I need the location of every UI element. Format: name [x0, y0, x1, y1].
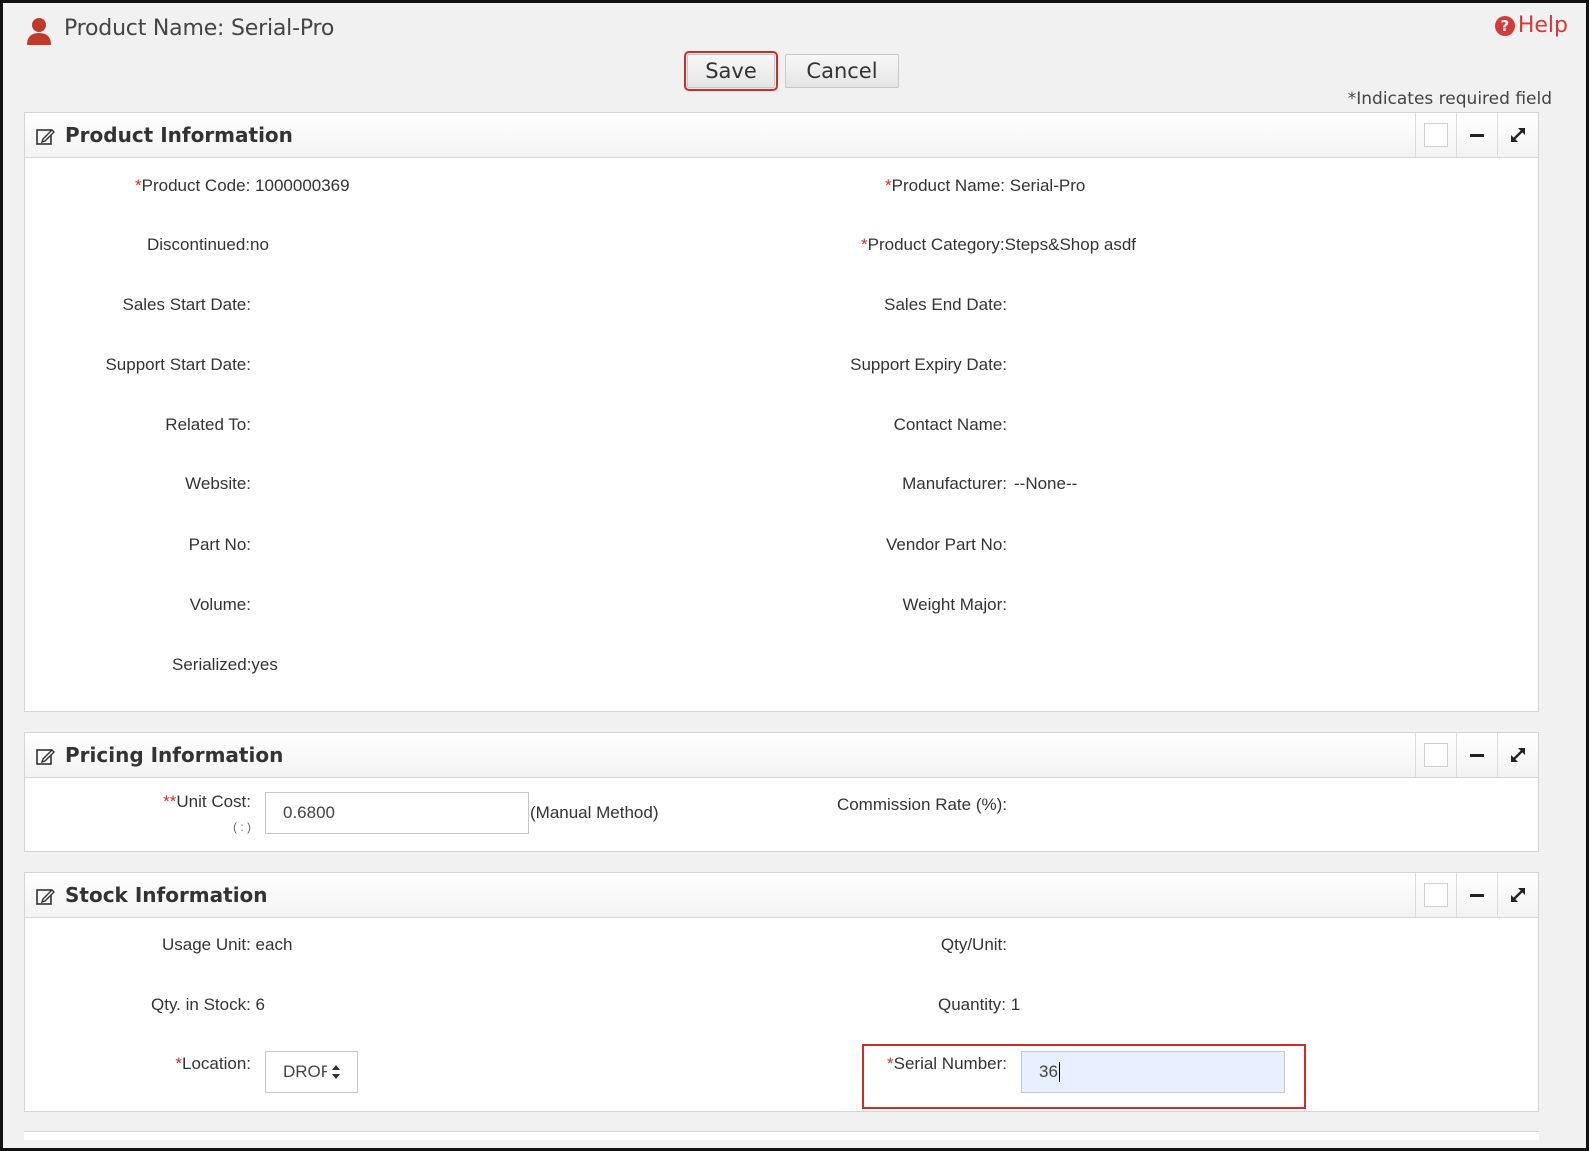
vendor-part-no-label: Vendor Part No: [886, 535, 1007, 554]
expand-button[interactable] [1497, 873, 1538, 917]
product-category-field: *Product Category:Steps&Shop asdf [861, 235, 1137, 254]
edit-icon [36, 749, 55, 765]
edit-icon [36, 129, 55, 145]
expand-icon [1511, 748, 1525, 762]
related-to-label: Related To: [165, 415, 251, 434]
expand-icon [1511, 888, 1525, 902]
product-category-value: Product Category:Steps&Shop asdf [867, 235, 1137, 254]
collapse-button[interactable] [1456, 873, 1497, 917]
location-select[interactable]: DROF [265, 1051, 358, 1093]
product-name-value: Serial-Pro [1009, 176, 1086, 195]
minus-icon [1470, 753, 1484, 757]
help-icon: ? [1494, 15, 1515, 36]
location-label-group: *Location: [175, 1054, 251, 1073]
product-code-value: 1000000369 [255, 176, 350, 195]
serial-number-input[interactable]: 36 [1021, 1051, 1285, 1093]
weight-major-label: Weight Major: [902, 595, 1007, 614]
minus-icon [1470, 893, 1484, 897]
help-link[interactable]: ? Help [1494, 13, 1568, 38]
product-code-label: Product Code: [141, 176, 251, 195]
serial-number-label: Serial Number: [893, 1054, 1007, 1073]
manufacturer-label: Manufacturer: [902, 474, 1007, 493]
pricing-information-panel: Pricing Information **Unit Cost: ( : ) 0… [24, 732, 1539, 852]
next-panel-edge [24, 1131, 1539, 1140]
discontinued-field: Discontinued:no [147, 235, 269, 254]
contact-name-label: Contact Name: [893, 415, 1007, 434]
sales-start-date-label: Sales Start Date: [122, 295, 251, 314]
save-button[interactable]: Save [684, 51, 778, 91]
unit-cost-currency-hint: ( : ) [233, 820, 251, 834]
unit-cost-method: (Manual Method) [530, 803, 659, 822]
required-field-note: *Indicates required field [1347, 89, 1552, 109]
select-checkbox[interactable] [1415, 113, 1456, 157]
top-bar: Product Name: Serial-Pro ? Help [3, 3, 1586, 53]
qty-in-stock-field: Qty. in Stock: 6 [151, 995, 266, 1014]
expand-button[interactable] [1497, 733, 1538, 777]
panel-header: Pricing Information [25, 733, 1538, 778]
volume-label: Volume: [189, 595, 251, 614]
quantity-field: Quantity: 1 [938, 995, 1021, 1014]
select-checkbox[interactable] [1415, 733, 1456, 777]
panel-title: Product Information [65, 123, 293, 147]
usage-unit-field: Usage Unit: each [162, 935, 293, 954]
panel-header: Product Information [25, 113, 1538, 158]
collapse-button[interactable] [1456, 733, 1497, 777]
product-code-field: *Product Code: 1000000369 [135, 176, 350, 195]
expand-button[interactable] [1497, 113, 1538, 157]
part-no-label: Part No: [188, 535, 251, 554]
panel-title: Stock Information [65, 883, 268, 907]
expand-icon [1511, 128, 1525, 142]
collapse-button[interactable] [1456, 113, 1497, 157]
user-icon [27, 18, 51, 45]
unit-cost-label: Unit Cost: [176, 792, 251, 811]
minus-icon [1470, 133, 1484, 137]
location-value: DROF [283, 1062, 327, 1081]
location-label: Location: [182, 1054, 251, 1073]
product-name-label: Product Name: [891, 176, 1006, 195]
qty-unit-label: Qty/Unit: [940, 935, 1007, 954]
panel-title: Pricing Information [65, 743, 284, 767]
support-start-date-label: Support Start Date: [105, 355, 251, 374]
stock-information-panel: Stock Information Usage Unit: each Qty/U… [24, 872, 1539, 1112]
edit-icon [36, 889, 55, 905]
page-title: Product Name: Serial-Pro [64, 16, 335, 41]
website-label: Website: [185, 474, 251, 493]
support-expiry-date-label: Support Expiry Date: [850, 355, 1007, 374]
text-caret [1058, 1062, 1060, 1082]
serial-number-label-group: *Serial Number: [887, 1054, 1007, 1073]
commission-rate-label: Commission Rate (%): [836, 795, 1007, 814]
serialized-field: Serialized:yes [172, 655, 278, 674]
select-arrows-icon [332, 1065, 340, 1079]
unit-cost-label-group: **Unit Cost: [163, 792, 251, 811]
select-checkbox[interactable] [1415, 873, 1456, 917]
sales-end-date-label: Sales End Date: [884, 295, 1007, 314]
serial-number-value: 36 [1039, 1062, 1058, 1081]
help-label: Help [1517, 13, 1568, 38]
unit-cost-input[interactable]: 0.6800 [265, 792, 529, 834]
manufacturer-value: --None-- [1014, 474, 1078, 493]
product-name-field: *Product Name: Serial-Pro [885, 176, 1086, 195]
panel-header: Stock Information [25, 873, 1538, 918]
product-information-panel: Product Information *Product Code: 10000… [24, 112, 1539, 712]
unit-cost-value: 0.6800 [283, 803, 335, 822]
cancel-button[interactable]: Cancel [785, 54, 899, 88]
